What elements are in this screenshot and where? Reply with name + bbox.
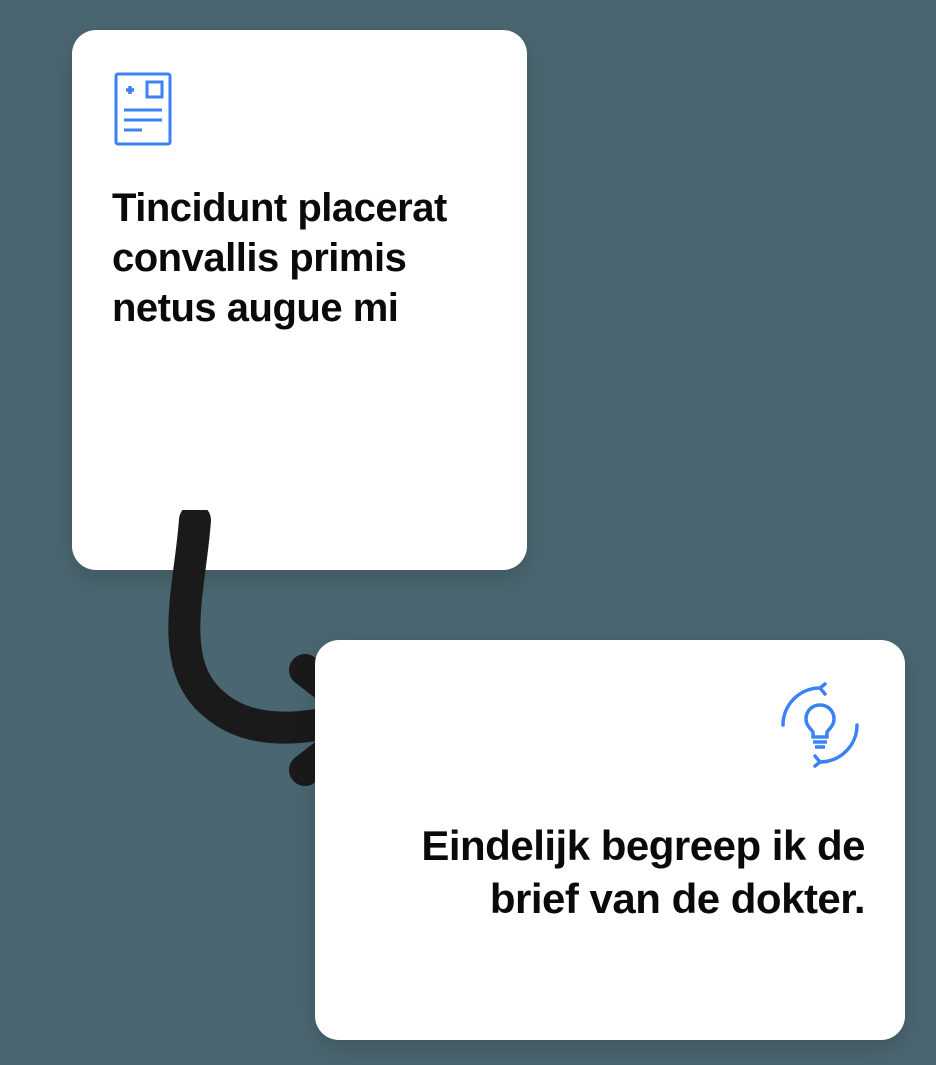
idea-cycle-icon bbox=[355, 680, 865, 770]
card-result-title: Eindelijk begreep ik de brief van de dok… bbox=[355, 820, 865, 925]
card-source: Tincidunt placerat convallis primis netu… bbox=[72, 30, 527, 570]
card-result: Eindelijk begreep ik de brief van de dok… bbox=[315, 640, 905, 1040]
card-source-title: Tincidunt placerat convallis primis netu… bbox=[112, 183, 487, 333]
medical-document-icon bbox=[112, 70, 487, 153]
